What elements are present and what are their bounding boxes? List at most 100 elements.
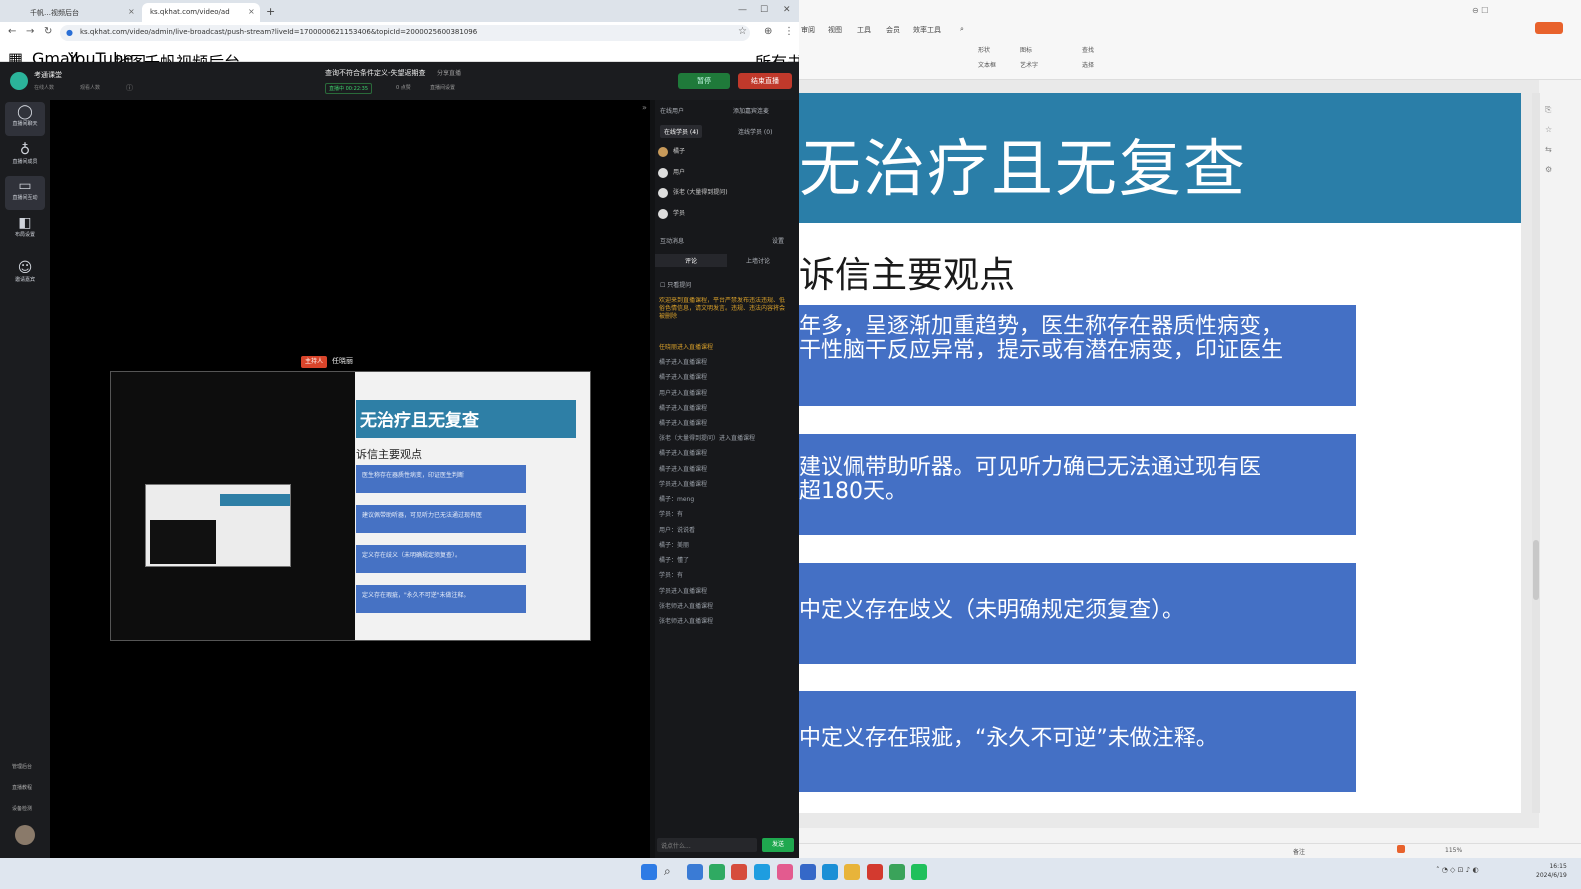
tool-textbox[interactable]: 文本框 [978, 60, 996, 69]
add-guest-link[interactable]: 添加嘉宾连麦 [733, 106, 769, 115]
menu-view[interactable]: 视图 [828, 25, 842, 35]
menu-tools[interactable]: 工具 [857, 25, 871, 35]
nav-guest[interactable]: ☺ 邀请嘉宾 [5, 258, 45, 292]
nav-tutorial[interactable]: 直播教程 [12, 784, 32, 791]
menu-dots-icon[interactable]: ⋮ [784, 26, 794, 37]
chat-message: 橘子进入直播课程 [659, 374, 708, 381]
start-icon[interactable] [641, 864, 657, 880]
info-icon[interactable]: ⓘ [126, 83, 133, 93]
slide-title: 无治疗且无复查 [799, 132, 1248, 205]
slide-point-box[interactable]: 中定义存在歧义（未明确规定须复查）。 [799, 563, 1356, 664]
like-count: 0 点赞 [396, 85, 411, 91]
search-icon[interactable]: ⌕ [960, 25, 964, 34]
extensions-icon[interactable]: ⊕ [764, 26, 772, 37]
search-icon[interactable]: ⌕ [664, 864, 680, 880]
pause-button[interactable]: 暂停 [678, 73, 730, 89]
nav-chat[interactable]: ◯ 直播间聊天 [5, 102, 45, 136]
host-name: 任晓丽 [332, 357, 353, 365]
desktop: 千帆…视频后台 × ks.qkhat.com/video/ad × + — ☐ … [0, 0, 1581, 889]
new-tab-button[interactable]: + [266, 5, 275, 18]
nav-interact[interactable]: ▭ 直播间互动 [5, 176, 45, 210]
back-icon[interactable]: ← [8, 26, 16, 37]
app-icon[interactable] [822, 864, 838, 880]
wechat-icon[interactable] [911, 864, 927, 880]
member-row[interactable]: 橘子 [658, 146, 685, 157]
tool-select[interactable]: 选择 [1082, 60, 1094, 69]
avatar [658, 167, 668, 178]
tool-wordart[interactable]: 艺术字 [1020, 60, 1038, 69]
window-controls[interactable]: ⊖ ☐ [1472, 6, 1488, 15]
chat-settings[interactable]: 设置 [772, 236, 784, 245]
live-title: 查询不符合条件定义-失望返期查 [325, 69, 426, 77]
browser-tab-2[interactable]: ks.qkhat.com/video/ad × [142, 3, 260, 22]
send-button[interactable]: 发送 [762, 838, 794, 852]
tab-connected[interactable]: 连线学员 (0) [738, 127, 772, 136]
minimize-icon[interactable]: — [738, 5, 747, 15]
reload-icon[interactable]: ↻ [44, 26, 52, 37]
nav-admin[interactable]: 管理后台 [12, 763, 32, 770]
slide-point-box[interactable]: 中定义存在瑕疵，“永久不可逆”未做注释。 [799, 691, 1356, 792]
tab-online-members[interactable]: 在线学员 (4) [660, 125, 703, 138]
nav-members[interactable]: ♁ 直播间成员 [5, 140, 45, 174]
app-icon[interactable] [800, 864, 816, 880]
collapse-icon[interactable]: » [642, 103, 647, 112]
vertical-scrollbar[interactable] [1532, 93, 1540, 813]
zoom-level[interactable]: 115% [1445, 847, 1462, 854]
tool-shape[interactable]: 形状 [978, 45, 990, 54]
share-live[interactable]: 分享直播 [437, 68, 461, 77]
menu-efficiency[interactable]: 效率工具 [913, 25, 941, 35]
member-row[interactable]: 张老 (大量得到提问) [658, 187, 728, 198]
close-icon[interactable]: × [128, 7, 135, 16]
chat-message: 橘子：懂了 [659, 557, 690, 564]
nav-device-check[interactable]: 设备检测 [12, 805, 32, 812]
clock[interactable]: 16:15 2024/6/19 [1536, 862, 1567, 880]
chat-icon: ◯ [17, 104, 33, 120]
share-button[interactable] [1535, 22, 1563, 34]
menu-member[interactable]: 会员 [886, 25, 900, 35]
site-info-icon[interactable]: ● [66, 28, 73, 37]
tab-comments[interactable]: 评论 [655, 254, 727, 267]
maximize-icon[interactable]: ☐ [760, 5, 768, 15]
app-icon[interactable] [777, 864, 793, 880]
chat-message: 任晓丽进入直播课程 [659, 344, 714, 351]
app-icon[interactable] [754, 864, 770, 880]
app-icon[interactable] [709, 864, 725, 880]
side-tools[interactable]: ⎘ ☆ ⇆ ⚙ [1545, 100, 1552, 180]
end-live-button[interactable]: 结束直播 [738, 73, 792, 89]
tool-icon[interactable]: 图标 [1020, 45, 1032, 54]
scrollbar-thumb[interactable] [1533, 540, 1539, 600]
app-icon[interactable] [687, 864, 703, 880]
address-bar[interactable]: ks.qkhat.com/video/admin/live-broadcast/… [60, 25, 750, 41]
browser-icon[interactable] [889, 864, 905, 880]
browser-tab-1[interactable]: 千帆…视频后台 × [22, 3, 140, 22]
room-settings[interactable]: 直播间设置 [430, 84, 455, 91]
app-icon[interactable] [731, 864, 747, 880]
close-window-icon[interactable]: ✕ [783, 5, 791, 15]
close-icon[interactable]: × [248, 7, 255, 16]
tool-find[interactable]: 查找 [1082, 45, 1094, 54]
menu-review[interactable]: 审阅 [801, 25, 815, 35]
chat-message: 橘子：meng [659, 496, 695, 503]
notes-toggle[interactable]: 备注 [1293, 847, 1305, 856]
view-count: 观看人数 [80, 85, 101, 91]
app-icon[interactable] [867, 864, 883, 880]
chat-message: 学员：有 [659, 511, 684, 518]
member-row[interactable]: 学员 [658, 208, 685, 219]
slide-point-box[interactable]: 建议佩带助听器。可见听力确已无法通过现有医 超180天。 [799, 434, 1356, 535]
tray-icons[interactable]: ˄ ◔ ◇ ⊡ ♪ ◐ [1436, 866, 1479, 874]
host-tag: 主持人 [301, 356, 327, 368]
chat-notice: 欢迎来到直播课程，平台严禁发布违法违规、低俗色情信息，请文明发言。违规、违法内容… [659, 297, 786, 320]
member-row[interactable]: 用户 [658, 167, 685, 178]
nav-layout[interactable]: ◧ 布局设置 [5, 213, 45, 247]
chat-message: 张老（大量得到提问）进入直播课程 [659, 435, 756, 442]
chat-input[interactable]: 说点什么... [657, 838, 757, 852]
folder-icon[interactable] [844, 864, 860, 880]
slide-subtitle: 诉信主要观点 [799, 255, 1016, 296]
forward-icon[interactable]: → [26, 26, 34, 37]
avatar[interactable] [15, 825, 35, 845]
only-questions-checkbox[interactable]: ☐ 只看提问 [660, 280, 691, 289]
slide-point-box[interactable]: 年多，呈逐渐加重趋势，医生称存在器质性病变， 干性脑干反应异常，提示或有潜在病变… [799, 305, 1356, 406]
tab-wall[interactable]: 上墙讨论 [746, 256, 770, 265]
bookmark-star-icon[interactable]: ☆ [738, 26, 747, 37]
play-icon[interactable] [1397, 845, 1405, 853]
